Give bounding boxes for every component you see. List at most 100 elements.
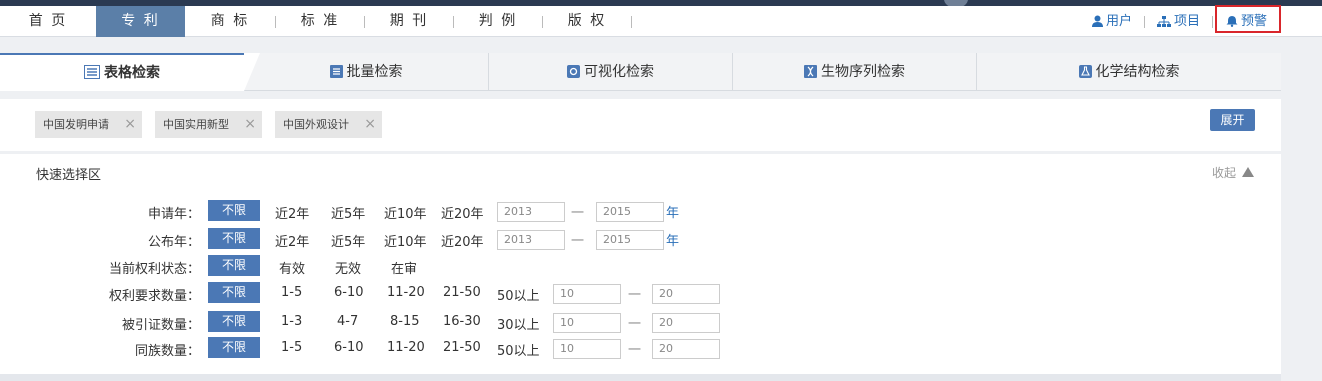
unlimited-button[interactable]: 不限 [208,255,260,276]
unlimited-button[interactable]: 不限 [208,337,260,358]
range-from-input[interactable]: 10 [553,339,621,359]
filter-option[interactable]: 11-20 [387,285,425,300]
filter-option[interactable]: 1-5 [281,340,302,355]
tab-batch-search[interactable]: 批量检索 [244,53,489,91]
filter-option[interactable]: 16-30 [443,314,481,329]
tab-label: 可视化检索 [584,64,654,80]
filter-option[interactable]: 30以上 [497,314,540,333]
tab-label: 批量检索 [346,64,403,80]
close-icon[interactable]: × [124,111,136,138]
flask-icon [1078,65,1092,78]
selected-db-chips: 中国发明申请 × 中国实用新型 × 中国外观设计 × 展开 [0,99,1281,151]
range-to-input[interactable]: 2015 [596,202,664,222]
filter-option[interactable]: 8-15 [390,314,420,329]
tab-table-search[interactable]: 表格检索 [0,53,244,91]
nav-separator [1212,16,1213,28]
range-from-input[interactable]: 2013 [497,202,565,222]
tab-label: 化学结构检索 [1095,64,1180,80]
range-dash: 一 [628,317,642,332]
tab-visual-search[interactable]: 可视化检索 [489,53,733,91]
nav-patent[interactable]: 专 利 [96,6,185,37]
project-link-label: 项目 [1174,14,1201,29]
filter-option[interactable]: 21-50 [443,285,481,300]
right-gutter [1281,38,1322,381]
batch-icon [329,65,343,78]
range-from-input[interactable]: 10 [553,284,621,304]
filter-option[interactable]: 近10年 [384,203,427,222]
filter-option[interactable]: 近5年 [331,203,365,222]
nav-separator [1144,16,1145,28]
table-list-icon [84,65,100,79]
filter-option[interactable]: 6-10 [334,340,364,355]
filter-option[interactable]: 4-7 [337,314,358,329]
filter-option[interactable]: 6-10 [334,285,364,300]
range-unit: 年 [666,234,680,249]
filter-option[interactable]: 1-5 [281,285,302,300]
user-link-label: 用户 [1106,14,1133,29]
project-link[interactable]: 项目 [1157,6,1200,37]
nav-trademark[interactable]: 商 标 [185,6,275,37]
range-to-input[interactable]: 20 [652,313,720,333]
expand-button[interactable]: 展开 [1210,109,1255,131]
sitemap-icon [1157,16,1171,27]
filter-option[interactable]: 在审 [391,258,417,277]
filter-option[interactable]: 近10年 [384,231,427,250]
triangle-up-icon [1242,167,1255,177]
filter-option[interactable]: 无效 [335,258,361,277]
range-from-input[interactable]: 10 [553,313,621,333]
filter-option[interactable]: 1-3 [281,314,302,329]
collapse-label: 收起 [1212,166,1237,180]
range-to-input[interactable]: 20 [652,339,720,359]
user-link[interactable]: 用户 [1092,6,1132,37]
filter-label-application-year: 申请年： [147,207,200,222]
nav-standard[interactable]: 标 准 [276,6,364,37]
close-icon[interactable]: × [364,111,376,138]
filter-option[interactable]: 21-50 [443,340,481,355]
range-dash: 一 [571,234,585,249]
unlimited-button[interactable]: 不限 [208,311,260,332]
visual-icon [567,65,580,78]
filter-option[interactable]: 50以上 [497,340,540,359]
tab-bio-sequence-search[interactable]: 生物序列检索 [733,53,977,91]
chip-label: 中国实用新型 [163,118,229,131]
unlimited-button[interactable]: 不限 [208,228,260,249]
filter-option[interactable]: 近2年 [275,203,309,222]
filter-option[interactable]: 50以上 [497,285,540,304]
collapse-toggle[interactable]: 收起 [1212,164,1255,181]
bottom-strip [0,374,1281,381]
chip-cn-invention[interactable]: 中国发明申请 × [35,111,142,138]
user-icon [1092,15,1103,27]
range-to-input[interactable]: 20 [652,284,720,304]
nav-home[interactable]: 首 页 [0,6,96,37]
nav-journal[interactable]: 期 刊 [365,6,453,37]
filter-label-cited-count: 被引证数量： [121,318,200,333]
chip-cn-design[interactable]: 中国外观设计 × [275,111,382,138]
close-icon[interactable]: × [244,111,256,138]
nav-copyright[interactable]: 版 权 [543,6,631,37]
tab-chem-structure-search[interactable]: 化学结构检索 [977,53,1281,91]
chip-cn-utility[interactable]: 中国实用新型 × [155,111,262,138]
range-unit: 年 [666,206,680,221]
chip-label: 中国外观设计 [283,118,349,131]
chip-label: 中国发明申请 [43,118,109,131]
quick-select-panel: 快速选择区 收起 申请年： 不限 近2年 近5年 近10年 近20年 2013 … [0,154,1281,374]
filter-label-family-count: 同族数量： [134,344,200,359]
nav-separator [631,16,632,28]
unlimited-button[interactable]: 不限 [208,282,260,303]
unlimited-button[interactable]: 不限 [208,200,260,221]
dna-icon [804,65,817,78]
nav-case[interactable]: 判 例 [454,6,542,37]
filter-option[interactable]: 有效 [279,258,305,277]
filter-option[interactable]: 11-20 [387,340,425,355]
range-to-input[interactable]: 2015 [596,230,664,250]
filter-option[interactable]: 近20年 [441,231,484,250]
range-from-input[interactable]: 2013 [497,230,565,250]
filter-option[interactable]: 近5年 [331,231,365,250]
range-dash: 一 [628,343,642,358]
quick-select-title: 快速选择区 [36,168,102,183]
alert-highlight-box [1215,5,1281,33]
filter-option[interactable]: 近20年 [441,203,484,222]
filter-label-claims-count: 权利要求数量： [108,289,200,304]
filter-option[interactable]: 近2年 [275,231,309,250]
search-tabs: 表格检索 批量检索 可视化检索 生物序列检索 化学结构检索 [0,53,1281,91]
